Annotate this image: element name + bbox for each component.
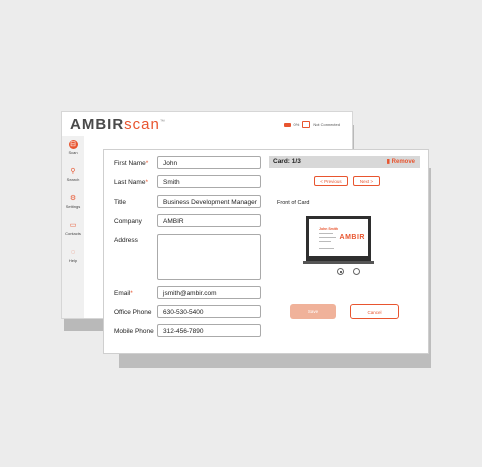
nav-contacts[interactable]: ▭ Contacts <box>62 221 84 236</box>
device-status: 0% Not Connected <box>283 121 340 128</box>
address-label: Address <box>114 237 138 244</box>
card-text-line <box>319 248 334 249</box>
first-name-label: First Name* <box>114 160 149 167</box>
card-header: Card: 1/3 ▮ Remove <box>269 156 420 168</box>
office-phone-label: Office Phone <box>114 309 152 316</box>
nav-settings[interactable]: ⚙ Settings <box>62 194 84 209</box>
card-front-radio[interactable] <box>337 268 344 275</box>
mobile-phone-label: Mobile Phone <box>114 328 154 335</box>
contact-edit-dialog: First Name* John Last Name* Smith Title … <box>104 150 428 353</box>
card-text-line <box>319 237 336 238</box>
card-text-line <box>319 233 333 234</box>
trash-icon: ▮ <box>386 159 390 165</box>
mobile-phone-field[interactable]: 312-456-7890 <box>157 324 261 337</box>
connection-status: Not Connected <box>313 122 340 127</box>
previous-card-button[interactable]: < Previous <box>314 176 348 186</box>
nav-scan[interactable]: ⊟ Scan <box>62 140 84 155</box>
help-icon: ◌ <box>70 249 76 256</box>
nav-search[interactable]: ⚲ Search <box>62 167 84 182</box>
title-field[interactable]: Business Development Manager <box>157 195 261 208</box>
last-name-field[interactable]: Smith <box>157 175 261 188</box>
cancel-button[interactable]: Cancel <box>350 304 399 319</box>
email-label: Email* <box>114 290 133 297</box>
remove-card-button[interactable]: ▮ Remove <box>387 158 415 165</box>
card-preview-image: John Smith AMBIR <box>303 216 374 264</box>
last-name-label: Last Name* <box>114 179 148 186</box>
next-card-button[interactable]: Next > <box>353 176 380 186</box>
connection-icon <box>302 121 311 128</box>
gear-icon: ⚙ <box>69 195 77 202</box>
battery-level: 0% <box>293 122 300 127</box>
card-counter: Card: 1/3 <box>273 158 301 165</box>
office-phone-field[interactable]: 630-530-5400 <box>157 305 261 318</box>
save-button[interactable]: Save <box>290 304 336 319</box>
battery-icon <box>283 122 291 127</box>
company-field[interactable]: AMBIR <box>157 214 261 227</box>
card-text-line <box>319 241 331 242</box>
scan-icon: ⊟ <box>68 140 78 149</box>
company-label: Company <box>114 218 142 225</box>
card-preview-brand: AMBIR <box>339 234 365 241</box>
card-side-label: Front of Card <box>277 200 310 206</box>
search-icon: ⚲ <box>70 168 76 175</box>
card-preview-name: John Smith <box>319 227 339 231</box>
nav-help[interactable]: ◌ Help <box>62 248 84 263</box>
contacts-icon: ▭ <box>69 222 77 229</box>
sidebar: ⊟ Scan ⚲ Search ⚙ Settings ▭ Contacts ◌ … <box>62 136 84 318</box>
title-label: Title <box>114 199 127 206</box>
ambirscan-logo: AMBIRscan™ <box>70 116 166 133</box>
email-field[interactable]: jsmith@ambir.com <box>157 286 261 299</box>
business-card: John Smith AMBIR <box>309 219 368 256</box>
address-field[interactable] <box>157 234 261 280</box>
first-name-field[interactable]: John <box>157 156 261 169</box>
card-back-radio[interactable] <box>353 268 360 275</box>
scanner-base <box>303 261 374 264</box>
